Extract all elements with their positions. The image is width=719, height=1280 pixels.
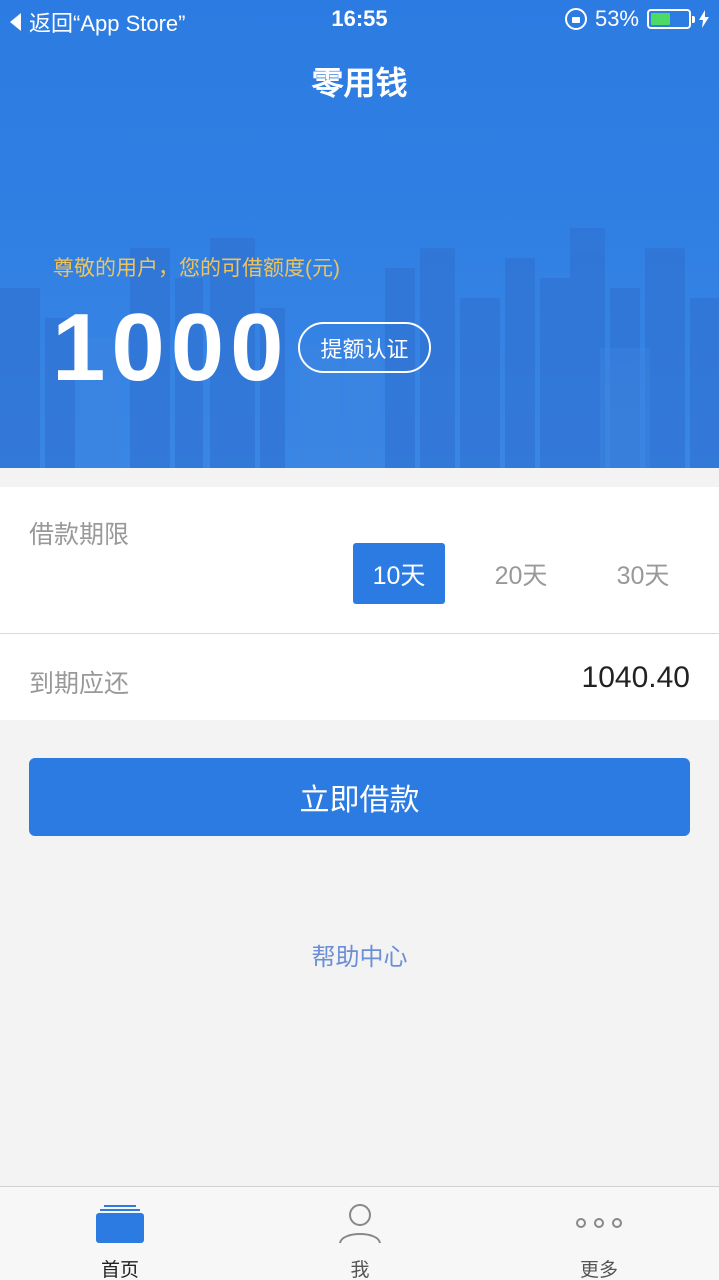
help-center-link[interactable]: 帮助中心 <box>0 937 719 972</box>
battery-icon <box>647 9 695 29</box>
hero-banner: 返回“App Store” 16:55 53% 零用钱 尊敬的用户，您的可借额度… <box>0 0 719 468</box>
bottom-tab-bar: 首页 我 更多 <box>0 1186 719 1280</box>
credit-limit-caption: 尊敬的用户，您的可借额度(元) <box>53 257 340 280</box>
battery-percent: 53% <box>594 6 639 31</box>
battery-level-fill <box>651 13 671 25</box>
page-title: 零用钱 <box>311 65 408 101</box>
amount-due-label: 到期应还 <box>29 670 130 698</box>
raise-limit-button[interactable]: 提额认证 <box>298 322 431 373</box>
tab-me[interactable]: 我 <box>300 1187 420 1280</box>
credit-limit-amount: 1000 <box>52 294 290 401</box>
term-option-20[interactable]: 20天 <box>475 543 567 604</box>
tab-more-label: 更多 <box>579 1260 618 1280</box>
loan-term-label: 借款期限 <box>29 521 130 549</box>
rotation-lock-icon <box>564 8 587 30</box>
status-bar: 返回“App Store” 16:55 53% <box>0 0 719 40</box>
loan-term-card: 借款期限 10天 20天 30天 <box>0 487 719 633</box>
home-card-icon <box>96 1205 144 1243</box>
tab-home-label: 首页 <box>100 1260 139 1280</box>
amount-due-value: 1040.40 <box>581 661 690 694</box>
person-icon <box>339 1204 381 1244</box>
borrow-now-button[interactable]: 立即借款 <box>29 758 690 836</box>
amount-due-card: 到期应还 1040.40 <box>0 634 719 720</box>
status-right-group: 53% <box>564 6 709 32</box>
tab-me-label: 我 <box>350 1260 370 1280</box>
tab-more[interactable]: 更多 <box>539 1187 659 1280</box>
term-option-10[interactable]: 10天 <box>353 543 445 604</box>
charging-bolt-icon <box>699 10 709 28</box>
more-dots-icon <box>576 1218 622 1228</box>
tab-home[interactable]: 首页 <box>60 1187 180 1280</box>
term-option-30[interactable]: 30天 <box>597 543 689 604</box>
